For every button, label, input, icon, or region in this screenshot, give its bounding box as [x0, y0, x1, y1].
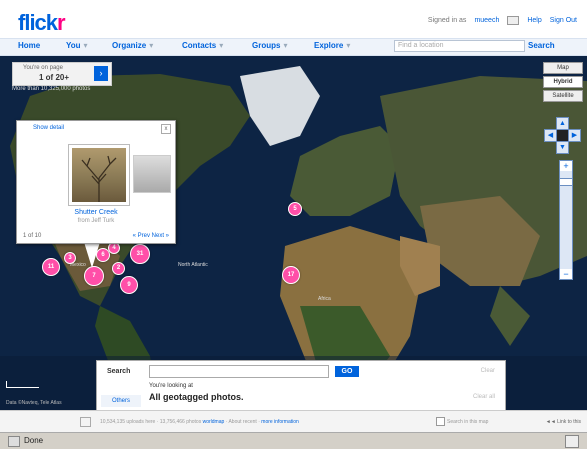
map-place-label: Africa [318, 296, 331, 302]
logo-text-blue: flick [18, 10, 58, 35]
location-search-input[interactable]: Find a location [394, 40, 525, 52]
link-to-this[interactable]: ◄◄ Link to this [546, 419, 581, 425]
photo-title-link[interactable]: Shutter Creek [17, 209, 175, 216]
photo-cluster-marker[interactable]: 3 [64, 252, 76, 264]
photo-cluster-marker[interactable]: 9 [120, 276, 138, 294]
nav-explore[interactable]: Explore ▾ [314, 41, 350, 50]
chevron-down-icon[interactable]: ▾ [283, 41, 287, 50]
zoom-level-handle[interactable] [559, 178, 573, 187]
nav-groups[interactable]: Groups ▾ [252, 41, 287, 50]
status-text: Done [24, 436, 44, 445]
help-link[interactable]: Help [527, 17, 541, 24]
nav-home[interactable]: Home [18, 41, 40, 50]
looking-at-label: You're looking at [149, 383, 193, 389]
popup-pointer [84, 242, 100, 268]
worldmap-link[interactable]: worldmap [203, 419, 225, 425]
map-search-panel: Search GO Clear Others You're looking at… [96, 360, 506, 412]
on-page-label: You're on page [23, 65, 63, 71]
photo-thumbnail-secondary[interactable] [133, 155, 171, 193]
clear-all-link[interactable]: Clear all [473, 394, 495, 400]
page-indicator-box: You're on page 1 of 20+ › [12, 62, 112, 86]
map-type-satellite[interactable]: Satellite [543, 90, 583, 102]
popup-page-indicator: 1 of 10 [23, 233, 42, 239]
go-button[interactable]: GO [335, 366, 359, 377]
close-icon[interactable]: x [161, 124, 171, 134]
map-type-selector: Map Hybrid Satellite [543, 62, 583, 104]
photo-owner: from Jeff Turk [77, 218, 115, 224]
nav-organize[interactable]: Organize ▾ [112, 41, 153, 50]
photo-cluster-marker[interactable]: 2 [112, 262, 125, 275]
photo-cluster-marker[interactable]: 17 [282, 266, 300, 284]
search-in-map-checkbox[interactable] [436, 417, 445, 426]
logo-text-pink: r [57, 10, 66, 35]
map-place-label: North Atlantic [178, 262, 208, 268]
photo-count: More than 10,325,000 photos [12, 86, 91, 92]
chevron-down-icon[interactable]: ▾ [346, 41, 350, 50]
pan-down-icon[interactable]: ▼ [556, 141, 569, 154]
photo-cluster-marker[interactable]: 31 [130, 244, 150, 264]
map-credits: Data ©Navteq, Tele Atlas [6, 400, 62, 406]
pan-right-icon[interactable]: ▶ [568, 129, 581, 142]
photo-cluster-marker[interactable]: 5 [288, 202, 302, 216]
tree-photo-image [81, 155, 117, 202]
about-recent-text: About recent [228, 419, 257, 425]
popup-prev-next[interactable]: « Prev Next » [133, 233, 169, 239]
chevron-down-icon[interactable]: ▾ [84, 41, 88, 50]
signed-in-label: Signed in as [427, 17, 467, 24]
zone-icon [565, 435, 579, 448]
nav-you[interactable]: You ▾ [66, 41, 88, 50]
account-bar: Signed in as mueech Help Sign Out [428, 16, 577, 25]
photo-cluster-marker[interactable]: 7 [84, 266, 104, 286]
search-label: Search [107, 368, 131, 375]
uploads-stat: 10,534,135 uploads here [100, 419, 156, 425]
search-button[interactable]: Search [528, 41, 555, 50]
page-icon [8, 436, 20, 447]
browser-status-bar: Done [0, 432, 587, 449]
page-footer: 10,534,135 uploads here · 13,756,466 pho… [0, 410, 587, 433]
pan-control: ▲ ◀ ▶ ▼ [544, 117, 581, 154]
username-link[interactable]: mueech [474, 17, 499, 24]
show-detail-link[interactable]: Show detail [33, 125, 64, 131]
header: flickr Signed in as mueech Help Sign Out… [0, 0, 587, 58]
chevron-down-icon[interactable]: ▾ [149, 41, 153, 50]
zoom-out-icon[interactable]: − [560, 269, 572, 279]
zoom-in-icon[interactable]: + [560, 161, 572, 171]
photo-cluster-marker[interactable]: 11 [42, 258, 60, 276]
photo-thumbnail[interactable] [68, 144, 130, 206]
photos-stat: 13,756,466 photos [159, 419, 202, 425]
more-info-link[interactable]: more information [261, 419, 299, 425]
map-type-hybrid[interactable]: Hybrid [543, 76, 583, 88]
zoom-slider[interactable]: + − [559, 160, 573, 280]
search-in-map-label: Search in this map [447, 419, 489, 425]
flickr-logo[interactable]: flickr [18, 10, 66, 36]
nav-contacts[interactable]: Contacts ▾ [182, 41, 223, 50]
grid-view-icon[interactable] [80, 417, 91, 427]
next-page-arrow-icon[interactable]: › [94, 66, 108, 81]
clear-link[interactable]: Clear [481, 368, 495, 374]
map-type-map[interactable]: Map [543, 62, 583, 74]
map-scale-bar [6, 381, 39, 388]
search-input[interactable] [149, 365, 329, 378]
footer-stats: 10,534,135 uploads here · 13,756,466 pho… [100, 419, 299, 425]
mail-icon[interactable] [507, 16, 520, 25]
chevron-down-icon[interactable]: ▾ [219, 41, 223, 50]
photo-info-popup: Show detail x Shutter Creek from Jeff Tu… [16, 120, 176, 244]
others-tab[interactable]: Others [101, 395, 141, 407]
sign-out-link[interactable]: Sign Out [550, 17, 577, 24]
search-scope: All geotagged photos. [149, 392, 244, 402]
on-page-value: 1 of 20+ [39, 73, 70, 82]
